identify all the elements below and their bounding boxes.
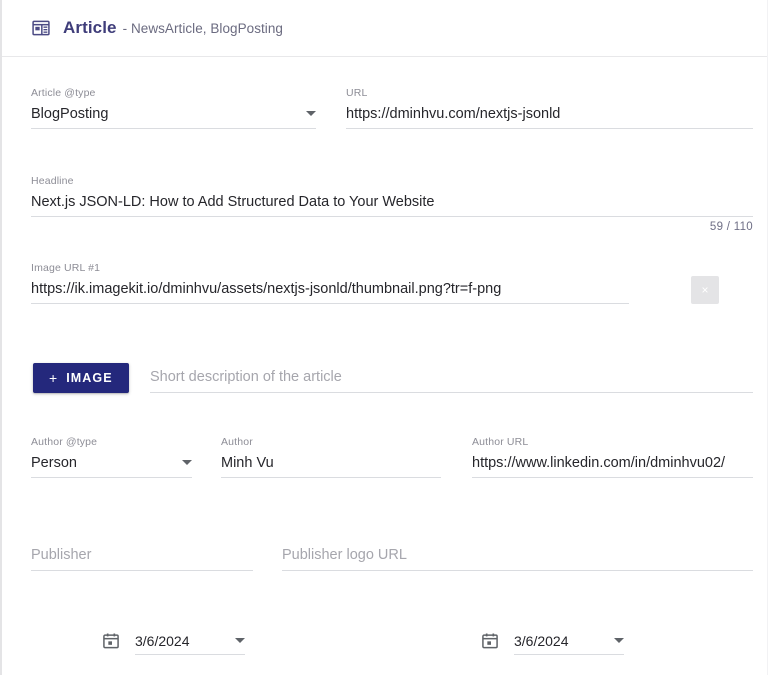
field-label-author-url: Author URL bbox=[472, 436, 529, 448]
field-publisher-logo-url: Publisher logo URL bbox=[282, 540, 753, 571]
headline-value: Next.js JSON-LD: How to Add Structured D… bbox=[31, 193, 435, 210]
description-input[interactable]: Short description of the article bbox=[150, 362, 753, 393]
field-label-article-type: Article @type bbox=[31, 87, 96, 99]
page-title: Article bbox=[63, 18, 117, 37]
plus-icon: + bbox=[49, 370, 58, 386]
date-published-picker[interactable]: 3/6/2024 bbox=[101, 627, 245, 655]
date-modified-value: 3/6/2024 bbox=[514, 632, 569, 649]
headline-input[interactable]: Next.js JSON-LD: How to Add Structured D… bbox=[31, 187, 753, 217]
article-form-card: Article - NewsArticle, BlogPosting Artic… bbox=[0, 0, 768, 675]
field-label-image-url-1: Image URL #1 bbox=[31, 262, 101, 274]
chevron-down-icon-date-published[interactable] bbox=[235, 638, 245, 643]
publisher-logo-url-placeholder: Publisher logo URL bbox=[282, 547, 407, 563]
author-type-select[interactable]: Person bbox=[31, 448, 192, 478]
field-headline: Headline Next.js JSON-LD: How to Add Str… bbox=[31, 175, 753, 233]
field-label-author-type: Author @type bbox=[31, 436, 98, 448]
field-author-type: Author @type Person bbox=[31, 436, 192, 478]
field-label-author: Author bbox=[221, 436, 253, 448]
chevron-down-icon[interactable] bbox=[306, 111, 316, 116]
field-label-headline: Headline bbox=[31, 175, 74, 187]
field-publisher: Publisher bbox=[31, 540, 253, 571]
add-image-button-label: IMAGE bbox=[66, 371, 113, 385]
author-input[interactable]: Minh Vu bbox=[221, 448, 441, 478]
field-author: Author Minh Vu bbox=[221, 436, 441, 478]
article-type-value: BlogPosting bbox=[31, 105, 109, 122]
chevron-down-icon-date-modified[interactable] bbox=[614, 638, 624, 643]
field-description: Short description of the article bbox=[150, 362, 753, 393]
author-url-input[interactable]: https://www.linkedin.com/in/dminhvu02/ bbox=[472, 448, 753, 478]
page-subtitle: - NewsArticle, BlogPosting bbox=[122, 20, 283, 36]
author-type-value: Person bbox=[31, 454, 77, 471]
add-image-button[interactable]: + IMAGE bbox=[33, 363, 129, 393]
publisher-input[interactable]: Publisher bbox=[31, 540, 253, 571]
date-published-input[interactable]: 3/6/2024 bbox=[135, 627, 245, 655]
field-url: URL https://dminhvu.com/nextjs-jsonld bbox=[346, 87, 753, 129]
field-article-type: Article @type BlogPosting bbox=[31, 87, 316, 129]
remove-image-button[interactable]: × bbox=[691, 276, 719, 304]
date-modified-picker[interactable]: 3/6/2024 bbox=[480, 627, 624, 655]
url-input[interactable]: https://dminhvu.com/nextjs-jsonld bbox=[346, 99, 753, 129]
date-published-value: 3/6/2024 bbox=[135, 632, 190, 649]
url-value: https://dminhvu.com/nextjs-jsonld bbox=[346, 105, 561, 122]
chevron-down-icon-author[interactable] bbox=[182, 460, 192, 465]
author-value: Minh Vu bbox=[221, 454, 274, 471]
calendar-icon-modified[interactable] bbox=[480, 631, 500, 651]
field-author-url: Author URL https://www.linkedin.com/in/d… bbox=[472, 436, 753, 478]
date-modified-input[interactable]: 3/6/2024 bbox=[514, 627, 624, 655]
field-image-url-1: Image URL #1 https://ik.imagekit.io/dmin… bbox=[31, 262, 629, 304]
card-header: Article - NewsArticle, BlogPosting bbox=[2, 0, 767, 57]
image-url-1-input[interactable]: https://ik.imagekit.io/dminhvu/assets/ne… bbox=[31, 274, 629, 304]
author-url-value: https://www.linkedin.com/in/dminhvu02/ bbox=[472, 454, 726, 471]
image-url-1-value: https://ik.imagekit.io/dminhvu/assets/ne… bbox=[31, 280, 502, 297]
publisher-placeholder: Publisher bbox=[31, 547, 92, 563]
field-label-url: URL bbox=[346, 87, 368, 99]
headline-char-counter: 59 / 110 bbox=[709, 221, 753, 233]
calendar-icon-published[interactable] bbox=[101, 631, 121, 651]
publisher-logo-url-input[interactable]: Publisher logo URL bbox=[282, 540, 753, 571]
web-asset-icon bbox=[31, 18, 51, 38]
description-placeholder: Short description of the article bbox=[150, 369, 342, 385]
article-type-select[interactable]: BlogPosting bbox=[31, 99, 316, 129]
